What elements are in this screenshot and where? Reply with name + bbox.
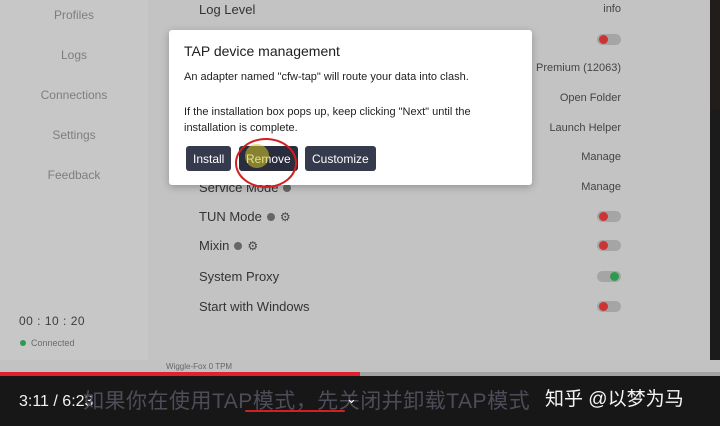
tun-mode-toggle[interactable]: [597, 211, 621, 222]
gear-icon[interactable]: ⚙: [247, 239, 258, 253]
dialog-instructions: If the installation box pops up, keep cl…: [184, 106, 471, 134]
install-button[interactable]: Install: [186, 146, 232, 171]
dialog-description: An adapter named "cfw-tap" will route yo…: [184, 71, 469, 83]
sidebar-item-logs[interactable]: Logs: [0, 48, 148, 62]
service-mode-manage-link[interactable]: Manage: [581, 181, 621, 193]
premium-value[interactable]: Premium (12063): [536, 62, 621, 74]
uptime-clock: 00 : 10 : 20: [19, 314, 86, 328]
footer-text: Wiggle-Fox 0 TPM: [166, 362, 233, 371]
toggle-switch[interactable]: [597, 34, 621, 45]
chevron-down-icon[interactable]: ⌄: [346, 391, 357, 407]
customize-button[interactable]: Customize: [305, 146, 376, 171]
mixin-text: Mixin: [199, 238, 230, 253]
watermark: 知乎 @以梦为马: [545, 389, 684, 410]
manage-link[interactable]: Manage: [581, 151, 621, 163]
start-with-windows-toggle[interactable]: [597, 301, 621, 312]
tap-device-dialog: TAP device management An adapter named "…: [169, 30, 532, 185]
side-thumbnail: [710, 0, 720, 110]
progress-played: [0, 372, 360, 376]
tun-mode-text: TUN Mode: [199, 209, 262, 224]
mixin-label: Mixin ⚙: [199, 238, 258, 253]
status-dot-icon: [20, 340, 26, 346]
app-footer: [0, 360, 720, 372]
log-level-value[interactable]: info: [603, 3, 621, 15]
sidebar-item-settings[interactable]: Settings: [0, 128, 148, 142]
tun-mode-label: TUN Mode ⚙: [199, 209, 291, 224]
system-proxy-toggle[interactable]: [597, 271, 621, 282]
open-folder-link[interactable]: Open Folder: [560, 92, 621, 104]
video-progress-bar[interactable]: [0, 372, 720, 376]
sidebar: Profiles Logs Connections Settings Feedb…: [0, 0, 148, 360]
sidebar-item-connections[interactable]: Connections: [0, 88, 148, 102]
gear-icon[interactable]: ⚙: [280, 210, 291, 224]
info-icon[interactable]: [266, 212, 275, 221]
system-proxy-label: System Proxy: [199, 269, 280, 284]
start-with-windows-label: Start with Windows: [199, 299, 310, 314]
sidebar-item-feedback[interactable]: Feedback: [0, 168, 148, 182]
connection-status-label: Connected: [31, 338, 75, 348]
annotation-underline: [245, 410, 345, 412]
dialog-title: TAP device management: [184, 43, 340, 59]
info-icon[interactable]: [234, 241, 243, 250]
annotation-circle: [235, 138, 297, 188]
launch-helper-link[interactable]: Launch Helper: [549, 122, 621, 134]
sidebar-item-profiles[interactable]: Profiles: [0, 8, 148, 22]
connection-status: Connected: [20, 338, 75, 348]
mixin-toggle[interactable]: [597, 240, 621, 251]
log-level-label: Log Level: [199, 2, 256, 17]
